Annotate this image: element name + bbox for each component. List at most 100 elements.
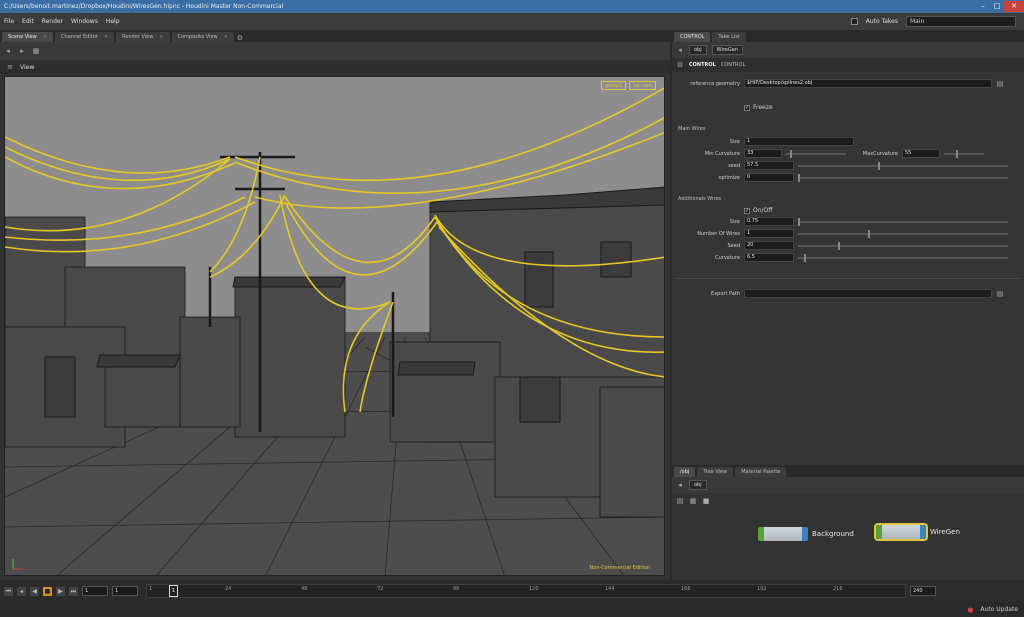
close-icon[interactable]: × [104, 34, 108, 40]
forward-arrow-icon[interactable]: ▸ [18, 47, 26, 55]
slider-knob[interactable] [956, 149, 958, 158]
left-tab-row: Scene View × Channel Editor × Render View ×… [0, 30, 670, 42]
camera-tag[interactable]: persp1 [601, 81, 627, 90]
start-frame-field[interactable]: 1 [112, 586, 138, 596]
onoff-label: On/Off [753, 207, 773, 214]
jump-start-button[interactable]: ⏮ [4, 586, 13, 596]
slider-knob[interactable] [798, 173, 800, 182]
menu-file[interactable]: File [4, 18, 14, 25]
jump-end-button[interactable]: ⏭ [69, 586, 78, 596]
path-obj[interactable]: obj [689, 480, 707, 490]
tab-material-palette[interactable]: Material Palette [735, 467, 787, 477]
back-arrow-icon[interactable]: ◂ [676, 481, 684, 489]
frame-ruler[interactable]: 1 24 48 72 96 120 144 168 192 216 1 [146, 584, 906, 598]
maximize-button[interactable]: □ [990, 1, 1004, 12]
auto-update-label[interactable]: Auto Update [980, 606, 1018, 613]
play-reverse-button[interactable]: ◀ [30, 586, 39, 596]
add-size-field[interactable]: 0.75 [744, 217, 794, 226]
section-divider [676, 278, 1020, 279]
end-frame-field[interactable]: 240 [910, 586, 936, 596]
seed2-field[interactable]: 20 [744, 241, 794, 250]
3d-viewport[interactable]: persp1 no cam Non-Commercial Edition [4, 76, 665, 576]
optimize-slider[interactable] [798, 173, 1008, 182]
menu-render[interactable]: Render [42, 18, 63, 25]
auto-takes-checkbox[interactable] [850, 18, 858, 25]
step-back-button[interactable]: ◂ [17, 586, 26, 596]
network-canvas[interactable]: Background WireGen [672, 507, 1024, 580]
slider-knob[interactable] [838, 241, 840, 250]
curvature-field[interactable]: 6.5 [744, 253, 794, 262]
back-arrow-icon[interactable]: ◂ [4, 47, 12, 55]
number-of-wires-field[interactable]: 1 [744, 229, 794, 238]
list-icon[interactable]: ▤ [676, 497, 684, 505]
path-node[interactable]: WireGen [711, 45, 743, 55]
max-curvature-field[interactable]: 55 [902, 149, 940, 158]
slider-knob[interactable] [790, 149, 792, 158]
slider-knob[interactable] [878, 161, 880, 170]
file-browse-icon[interactable]: ▤ [996, 80, 1004, 88]
seed-slider[interactable] [798, 161, 1008, 170]
slider-knob[interactable] [868, 229, 870, 238]
desktop-select[interactable]: Main [906, 16, 1016, 27]
tab-tree-view[interactable]: Tree View [697, 467, 734, 477]
play-button[interactable]: ▶ [56, 586, 65, 596]
tab-control[interactable]: CONTROL [674, 32, 711, 42]
max-curvature-slider[interactable] [944, 149, 984, 158]
stop-icon[interactable]: ● [966, 606, 974, 614]
view-menu-icon[interactable]: ≡ [6, 63, 14, 71]
close-button[interactable]: ✕ [1004, 1, 1024, 12]
menu-windows[interactable]: Windows [71, 18, 98, 25]
tab-label: Material Palette [741, 469, 781, 475]
back-arrow-icon[interactable]: ◂ [676, 46, 684, 54]
curvature-slider[interactable] [798, 253, 1008, 262]
slider-knob[interactable] [798, 217, 800, 226]
file-browse-icon[interactable]: ▤ [996, 290, 1004, 298]
menu-edit[interactable]: Edit [22, 18, 34, 25]
number-of-wires-slider[interactable] [798, 229, 1008, 238]
onoff-checkbox[interactable]: ✓ [744, 207, 750, 214]
tab-obj[interactable]: /obj [674, 467, 696, 477]
control-name: CONTROL [720, 62, 746, 68]
close-icon[interactable]: × [159, 34, 163, 40]
frame-cursor[interactable]: 1 [169, 585, 178, 597]
grid-icon[interactable]: ▦ [689, 497, 697, 505]
minimize-button[interactable]: – [976, 1, 990, 12]
tab-composite-view[interactable]: Composite View × [171, 32, 234, 42]
min-curvature-slider[interactable] [786, 149, 846, 158]
add-tab-icon[interactable]: ⚙ [236, 34, 244, 42]
tab-render-view[interactable]: Render View × [116, 32, 170, 42]
menu-help[interactable]: Help [106, 18, 120, 25]
path-obj[interactable]: obj [689, 45, 707, 55]
seed2-slider[interactable] [798, 241, 1008, 250]
close-icon[interactable]: × [224, 34, 228, 40]
seed-field[interactable]: 57.5 [744, 161, 794, 170]
awning-right [397, 361, 476, 376]
close-icon[interactable]: × [43, 34, 47, 40]
optimize-field[interactable]: 0 [744, 173, 794, 182]
current-frame-field[interactable]: 1 [82, 586, 108, 596]
wiregen-node[interactable] [874, 523, 928, 541]
add-size-slider[interactable] [798, 217, 1008, 226]
tab-scene-view[interactable]: Scene View × [2, 32, 53, 42]
seed2-label: Seed [727, 242, 741, 249]
slider-knob[interactable] [804, 253, 806, 262]
freeze-checkbox[interactable]: ✓ [744, 104, 750, 111]
min-curvature-field[interactable]: 33 [744, 149, 782, 158]
camera-tag-2[interactable]: no cam [629, 81, 656, 90]
network-path-icon[interactable]: ▦ [32, 47, 40, 55]
note-icon[interactable]: ■ [702, 497, 710, 505]
tick-label: 1 [149, 586, 153, 592]
gear-icon[interactable]: ⚙ [676, 61, 684, 69]
background-node[interactable] [758, 527, 808, 541]
reference-geometry-field[interactable]: $HIP/Desktop/splines2.obj [744, 79, 992, 88]
awning-left [96, 354, 181, 368]
export-path-field[interactable] [744, 289, 992, 298]
tab-take-list[interactable]: Take List [712, 32, 746, 42]
onoff-row: ✓ On/Off [672, 205, 1024, 216]
tab-channel-editor[interactable]: Channel Editor × [54, 32, 115, 42]
tick-label: 168 [681, 586, 691, 592]
wiregen-node-label: WireGen [930, 528, 960, 536]
size-field[interactable]: 1 [744, 137, 854, 146]
tick-label: 24 [225, 586, 232, 592]
stop-button[interactable]: ■ [43, 586, 52, 596]
